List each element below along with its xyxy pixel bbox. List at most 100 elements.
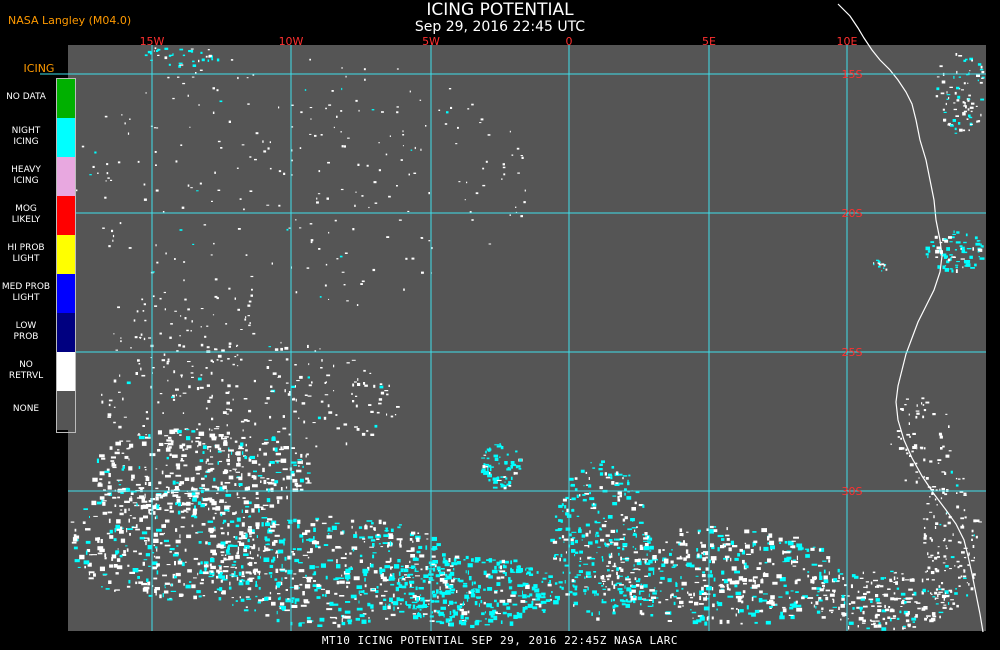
cloud-cell bbox=[621, 603, 626, 606]
cloud-cell bbox=[305, 477, 309, 480]
cloud-cell bbox=[229, 581, 231, 586]
cloud-cell bbox=[326, 197, 329, 200]
cloud-cell bbox=[807, 574, 810, 578]
cloud-cell bbox=[309, 133, 312, 135]
cloud-cell bbox=[941, 487, 945, 491]
cloud-cell bbox=[948, 96, 950, 100]
cloud-cell bbox=[138, 581, 143, 584]
cloud-cell bbox=[717, 547, 720, 552]
cloud-cell bbox=[118, 480, 120, 483]
cloud-cell bbox=[228, 449, 234, 452]
cloud-cell bbox=[895, 581, 898, 585]
cloud-cell bbox=[727, 578, 732, 582]
cloud-cell bbox=[880, 577, 884, 580]
cloud-cell bbox=[613, 542, 619, 546]
cloud-cell bbox=[201, 484, 205, 487]
cloud-cell bbox=[658, 567, 661, 570]
cloud-cell bbox=[251, 557, 254, 560]
cloud-cell bbox=[949, 608, 953, 610]
cloud-cell bbox=[616, 582, 622, 585]
cloud-cell bbox=[166, 439, 173, 442]
cloud-cell bbox=[448, 622, 454, 627]
cloud-cell bbox=[225, 558, 231, 561]
cloud-cell bbox=[559, 557, 561, 562]
cloud-cell bbox=[941, 471, 946, 473]
cloud-cell bbox=[937, 459, 942, 461]
cloud-cell bbox=[291, 604, 298, 608]
cloud-cell bbox=[223, 557, 227, 561]
cloud-cell bbox=[153, 555, 155, 558]
cloud-cell bbox=[278, 106, 280, 109]
cloud-cell bbox=[963, 557, 966, 559]
cloud-cell bbox=[248, 515, 251, 518]
cloud-cell bbox=[906, 601, 911, 603]
cloud-cell bbox=[171, 54, 173, 56]
cloud-cell bbox=[610, 476, 613, 480]
cloud-cell bbox=[950, 257, 952, 261]
cloud-cell bbox=[483, 570, 487, 575]
cloud-cell bbox=[513, 571, 516, 573]
cloud-cell bbox=[234, 297, 236, 300]
cloud-cell bbox=[299, 478, 304, 483]
cloud-cell bbox=[363, 68, 366, 71]
cloud-cell bbox=[156, 548, 158, 552]
cloud-cell bbox=[958, 76, 961, 78]
cloud-cell bbox=[135, 528, 140, 531]
cloud-cell bbox=[488, 575, 493, 579]
cloud-cell bbox=[274, 480, 279, 484]
cloud-cell bbox=[712, 603, 715, 608]
cloud-cell bbox=[960, 575, 963, 578]
cloud-cell bbox=[884, 608, 890, 612]
cloud-cell bbox=[304, 529, 311, 533]
cloud-cell bbox=[388, 550, 391, 552]
cloud-cell bbox=[116, 550, 120, 554]
cloud-cell bbox=[294, 599, 297, 605]
cloud-cell bbox=[209, 449, 211, 453]
cloud-cell bbox=[574, 576, 579, 579]
cloud-cell bbox=[220, 360, 223, 362]
cloud-cell bbox=[260, 480, 262, 483]
cloud-cell bbox=[350, 519, 355, 523]
cloud-cell bbox=[877, 624, 882, 628]
cloud-cell bbox=[223, 519, 227, 523]
cloud-cell bbox=[214, 512, 217, 515]
cloud-cell bbox=[483, 601, 486, 605]
cloud-cell bbox=[230, 566, 235, 568]
cloud-cell bbox=[456, 590, 458, 593]
cloud-cell bbox=[359, 536, 365, 539]
cloud-cell bbox=[321, 522, 327, 525]
cloud-cell bbox=[235, 536, 238, 540]
cloud-cell bbox=[350, 594, 357, 599]
cloud-cell bbox=[278, 539, 285, 544]
cloud-cell bbox=[502, 611, 507, 615]
cloud-cell bbox=[595, 540, 599, 544]
cloud-cell bbox=[322, 594, 325, 597]
cloud-cell bbox=[681, 581, 687, 586]
cloud-cell bbox=[256, 535, 258, 538]
cloud-cell bbox=[117, 548, 119, 550]
cloud-cell bbox=[143, 183, 146, 186]
cloud-cell bbox=[923, 458, 926, 462]
cloud-cell bbox=[314, 589, 318, 592]
cloud-cell bbox=[701, 586, 704, 591]
cloud-cell bbox=[238, 483, 243, 486]
cloud-cell bbox=[128, 518, 130, 523]
cloud-cell bbox=[896, 587, 900, 590]
cloud-cell bbox=[224, 554, 227, 556]
cloud-cell bbox=[643, 561, 646, 563]
cloud-cell bbox=[571, 531, 577, 533]
cloud-cell bbox=[725, 534, 730, 537]
cloud-cell bbox=[254, 571, 257, 575]
cloud-cell bbox=[422, 601, 425, 606]
cloud-cell bbox=[129, 571, 135, 574]
cloud-cell bbox=[763, 593, 768, 595]
cloud-cell bbox=[143, 515, 148, 519]
cloud-cell bbox=[179, 534, 181, 539]
cloud-cell bbox=[909, 435, 911, 438]
cloud-cell bbox=[237, 76, 239, 80]
cloud-cell bbox=[340, 557, 347, 559]
cloud-cell bbox=[631, 507, 636, 511]
cloud-cell bbox=[451, 562, 458, 566]
cloud-cell bbox=[356, 585, 363, 589]
cloud-cell bbox=[471, 219, 474, 221]
